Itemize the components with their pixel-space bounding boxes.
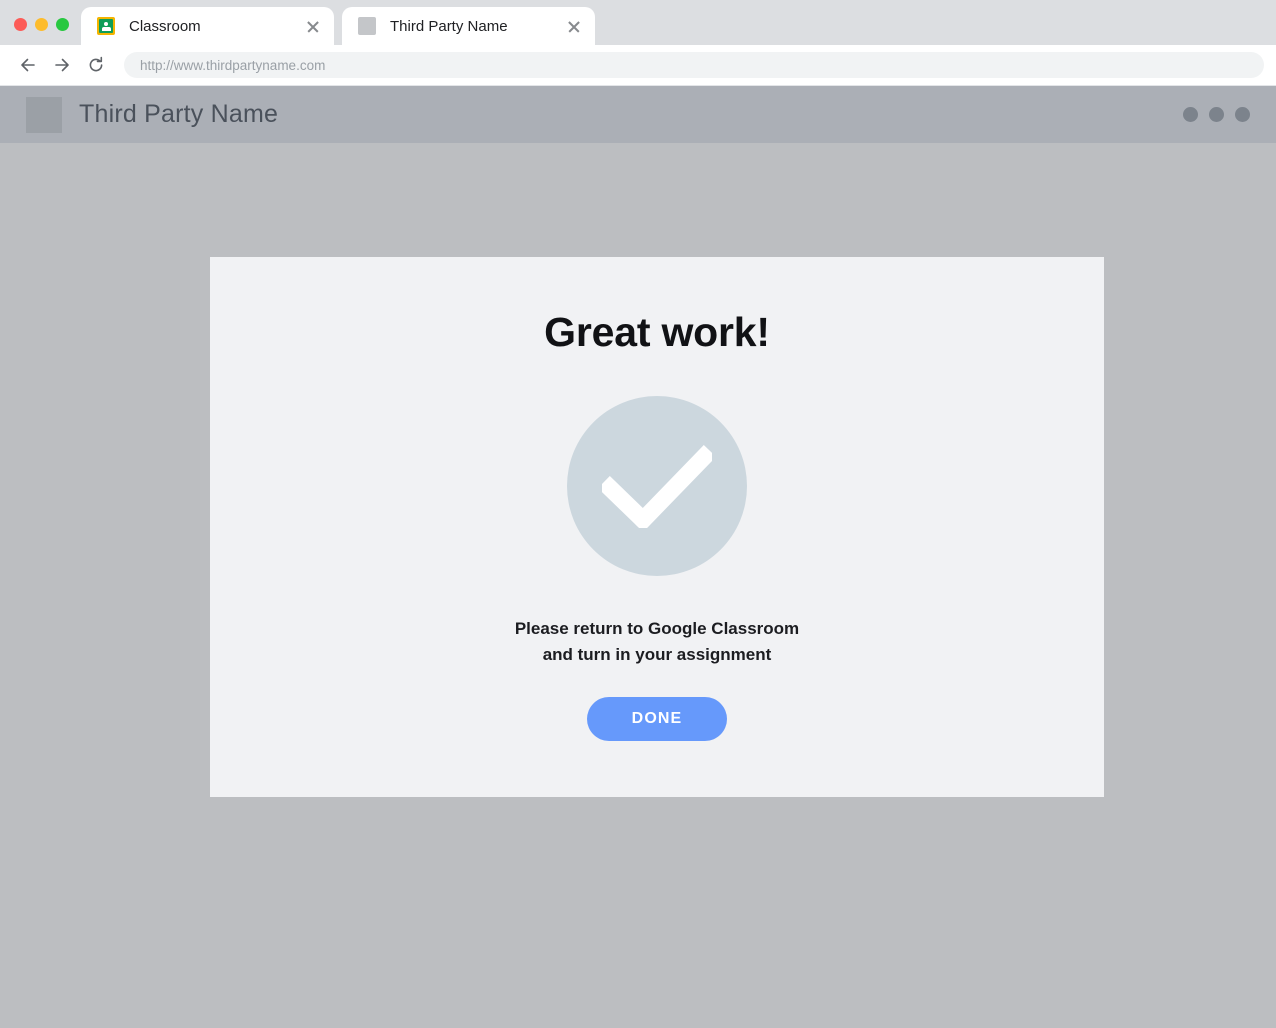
arrow-left-icon <box>21 58 35 72</box>
address-bar[interactable]: http://www.thirdpartyname.com <box>124 52 1264 78</box>
page-body: Great work! Please return to Google Clas… <box>0 143 1276 1028</box>
card-message: Please return to Google Classroom and tu… <box>515 616 799 669</box>
completion-card: Great work! Please return to Google Clas… <box>210 257 1104 797</box>
card-message-line-1: Please return to Google Classroom <box>514 619 800 638</box>
tab-classroom[interactable]: Classroom <box>81 7 334 45</box>
tab-classroom-label: Classroom <box>129 17 201 35</box>
card-message-line-2: and turn in your assignment <box>542 645 772 665</box>
window-traffic-lights <box>0 18 81 45</box>
google-classroom-icon <box>97 17 115 35</box>
arrow-right-icon <box>55 58 69 72</box>
forward-button[interactable] <box>46 49 78 81</box>
tab-list: Classroom Third Party Name <box>81 0 595 45</box>
card-heading: Great work! <box>544 309 770 355</box>
done-button[interactable]: DONE <box>587 696 727 741</box>
menu-dot-icon <box>1183 107 1198 122</box>
window-close-button[interactable] <box>14 18 27 31</box>
app-title: Third Party Name <box>79 100 279 128</box>
page-viewport: Third Party Name Great work! Please retu… <box>0 86 1276 1028</box>
window-zoom-button[interactable] <box>56 18 69 31</box>
generic-placeholder-icon <box>358 17 376 35</box>
checkmark-icon <box>567 396 747 576</box>
window-minimize-button[interactable] <box>35 18 48 31</box>
tab-classroom-close-icon[interactable] <box>302 15 324 37</box>
checkmark-glyph <box>602 444 712 528</box>
browser-toolbar: http://www.thirdpartyname.com <box>0 45 1276 86</box>
app-menu-button[interactable] <box>1183 107 1250 122</box>
app-header: Third Party Name <box>0 86 1276 143</box>
menu-dot-icon <box>1209 107 1224 122</box>
address-bar-url: http://www.thirdpartyname.com <box>140 57 326 73</box>
reload-button[interactable] <box>80 49 112 81</box>
tab-strip: Classroom Third Party Name <box>0 0 1276 45</box>
back-button[interactable] <box>12 49 44 81</box>
reload-icon <box>89 56 103 72</box>
tab-third-party-name-close-icon[interactable] <box>563 15 585 37</box>
tab-third-party-name[interactable]: Third Party Name <box>342 7 595 45</box>
menu-dot-icon <box>1235 107 1250 122</box>
app-logo-placeholder <box>26 96 62 133</box>
tab-third-party-name-label: Third Party Name <box>390 17 508 35</box>
browser-window: Classroom Third Party Name http://www.th… <box>0 0 1276 1028</box>
